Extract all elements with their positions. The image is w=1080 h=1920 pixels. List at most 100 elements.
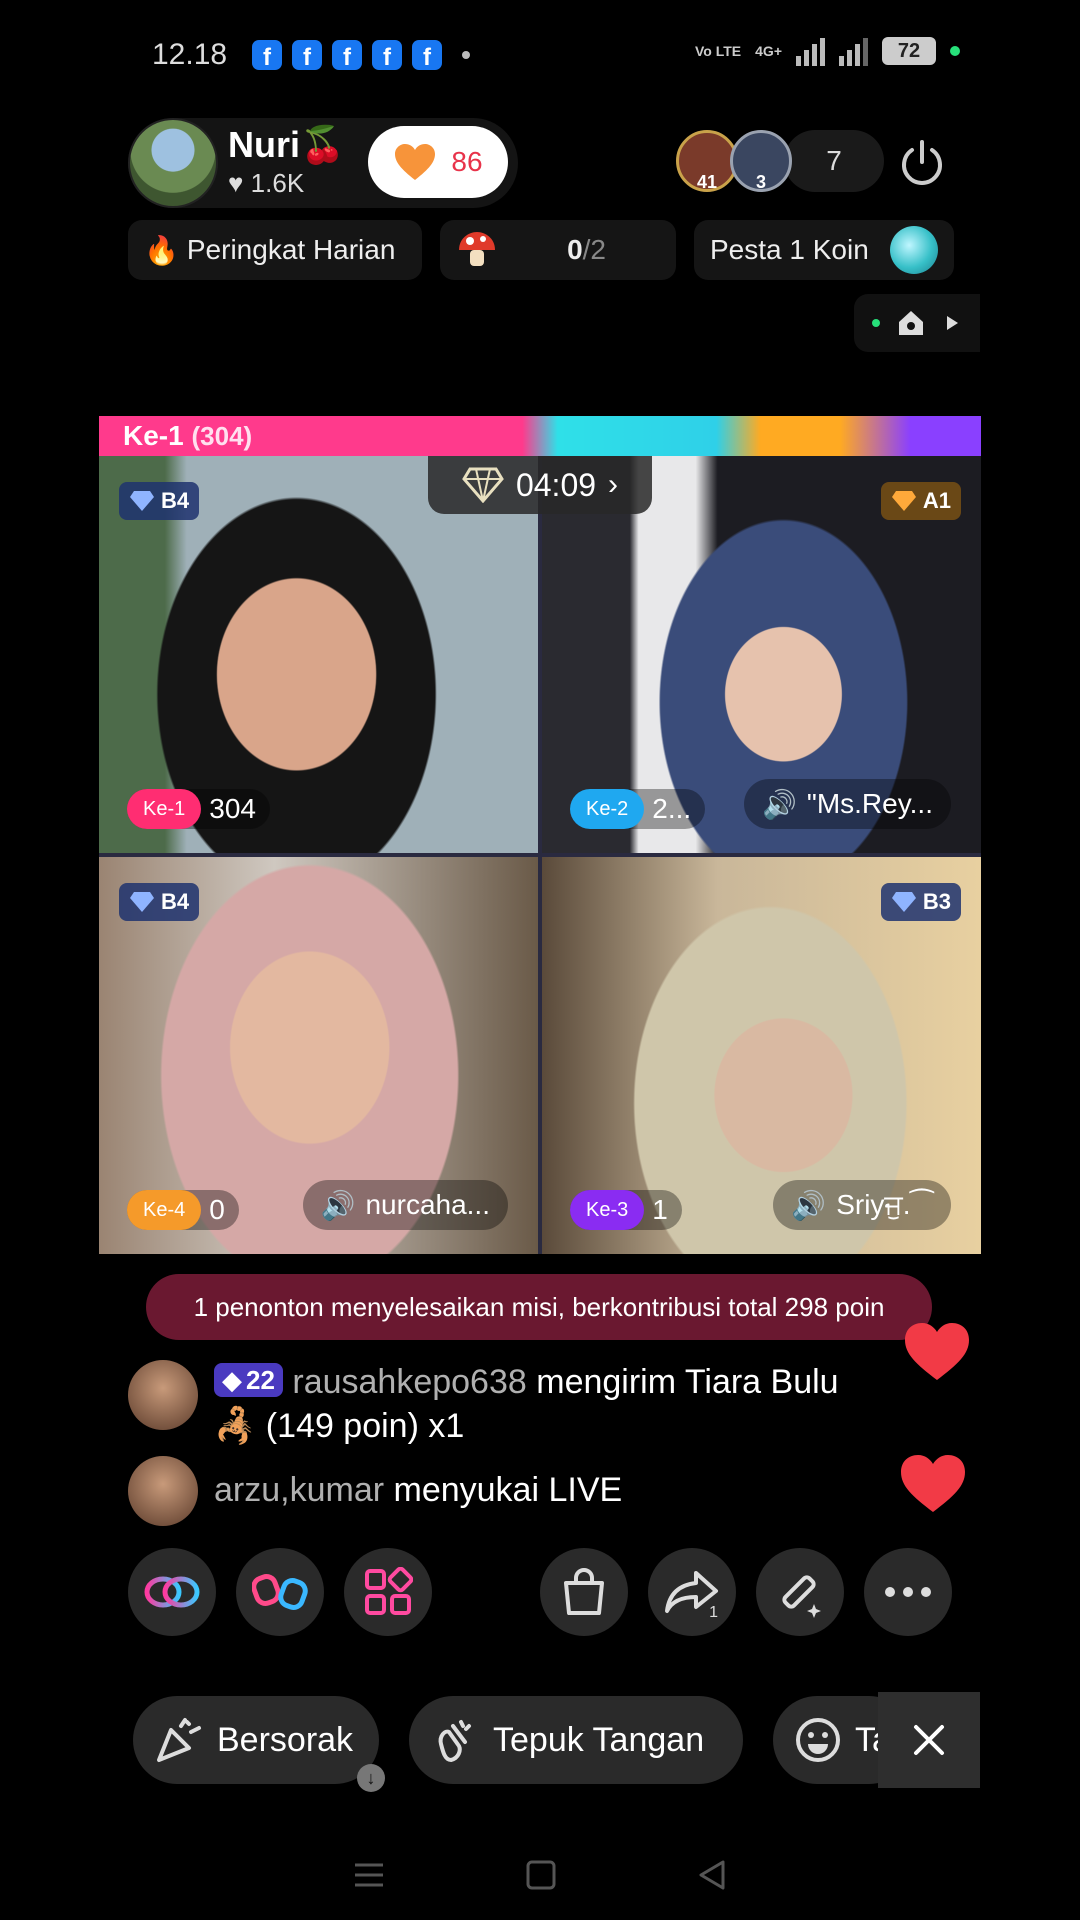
host-name: Nuri🍒 [228, 124, 345, 165]
commenter-avatar[interactable] [128, 1456, 198, 1526]
more-notifications-dot [462, 51, 470, 59]
diamond-icon [891, 491, 916, 511]
more-icon [885, 1587, 931, 1597]
host-likes: ♥ 1.6K [228, 168, 304, 199]
live-dot [872, 319, 880, 327]
heart-icon: ♥ [228, 168, 244, 198]
host-info[interactable]: Nuri🍒 ♥ 1.6K 86 [128, 118, 518, 208]
heart-icon [901, 1455, 965, 1512]
facebook-icon: f [252, 40, 282, 70]
guest-score: Ke-1 304 [127, 789, 270, 829]
level-badge: ◆ 22 [214, 1363, 283, 1397]
privacy-indicator-dot [950, 46, 960, 56]
share-count: 1 [709, 1604, 718, 1621]
shop-button[interactable] [540, 1548, 628, 1636]
position-tag: Ke-3 [570, 1190, 645, 1230]
timer-value: 04:09 [515, 466, 597, 503]
follow-button[interactable]: 86 [368, 126, 508, 198]
power-icon[interactable] [896, 138, 948, 190]
guest-voice: 🔊 nurcaha... [302, 1180, 508, 1230]
daily-ranking-chip[interactable]: 🔥 Peringkat Harian [128, 220, 422, 280]
rank-badge: B4 [119, 482, 200, 520]
position-tag: Ke-1 [127, 789, 202, 829]
guest-score: Ke-4 0 [127, 1190, 239, 1230]
gift-icon: 🦂 [214, 1407, 257, 1445]
comment-username[interactable]: arzu,kumar [214, 1471, 384, 1509]
banner-rank: Ke-1 (304) [123, 420, 253, 451]
facebook-icon: f [292, 40, 322, 70]
host-likes-count: 1.6K [250, 168, 305, 198]
signal-icon [839, 36, 868, 66]
heart-icon [905, 1323, 969, 1380]
comment-item[interactable]: ◆ 22 rausahkepo638 mengirim Tiara Bulu 🦂 … [128, 1360, 839, 1448]
speaker-icon: 🔊 [791, 1189, 827, 1221]
coin-party-chip[interactable]: Pesta 1 Koin [694, 220, 954, 280]
follow-count: 86 [451, 146, 483, 177]
play-icon[interactable] [942, 313, 962, 333]
comment-item[interactable]: arzu,kumar menyukai LIVE [128, 1456, 622, 1526]
share-button[interactable]: 1 [648, 1548, 736, 1636]
comment-username[interactable]: rausahkepo638 [292, 1363, 526, 1401]
mission-toast: 1 penonton menyelesaikan misi, berkontri… [146, 1274, 932, 1340]
cheer-button[interactable]: Bersorak ↓ [133, 1696, 385, 1792]
more-button[interactable] [864, 1548, 952, 1636]
top-viewers[interactable]: 41 3 7 [676, 130, 884, 192]
notification-icons: f f f f f [252, 40, 470, 70]
clock: 12.18 [152, 38, 228, 71]
facebook-icon: f [412, 40, 442, 70]
guest-voice: 🔊 "Ms.Rey... [744, 779, 951, 829]
clap-button[interactable]: Tepuk Tangan [409, 1696, 743, 1784]
flame-icon: 🔥 [144, 234, 179, 266]
position-tag: Ke-2 [570, 789, 645, 829]
guest-voice: 🔊 Sriyਜੁ.⁀ [773, 1180, 951, 1230]
mini-controls[interactable] [854, 294, 980, 352]
heart-icon [395, 144, 436, 180]
viewer-avatar[interactable]: 3 [730, 130, 792, 192]
close-button[interactable] [878, 1692, 980, 1788]
globe-icon [890, 226, 938, 274]
quick-reactions: Bersorak ↓ Tepuk Tangan Ta [133, 1696, 913, 1792]
guest-tile[interactable]: B4 Ke-4 0 🔊 nurcaha... [99, 857, 538, 1254]
download-icon: ↓ [357, 1764, 385, 1792]
coin-party-label: Pesta 1 Koin [710, 234, 869, 265]
battle-button[interactable] [236, 1548, 324, 1636]
guest-tile[interactable]: A1 Ke-2 2... 🔊 "Ms.Rey... [542, 456, 981, 853]
smiley-icon [796, 1718, 840, 1762]
volte-indicator: Vo LTE [694, 43, 742, 59]
apps-button[interactable] [344, 1548, 432, 1636]
host-avatar[interactable] [128, 118, 218, 208]
shopping-bag-icon [564, 1568, 604, 1615]
guest-tile[interactable]: B3 Ke-3 1 🔊 Sriyਜੁ.⁀ [542, 857, 981, 1254]
grid-icon [365, 1567, 413, 1615]
diamond-icon: ◆ [222, 1365, 242, 1395]
guest-score: Ke-3 1 [570, 1190, 682, 1230]
speaker-icon: 🔊 [320, 1189, 356, 1221]
cheer-label: Bersorak [217, 1720, 354, 1759]
signal-icon [796, 36, 825, 66]
party-popper-icon [157, 1718, 201, 1762]
facebook-icon: f [332, 40, 362, 70]
viewer-count[interactable]: 7 [784, 130, 884, 192]
menu-icon[interactable] [353, 1861, 385, 1889]
magic-button[interactable] [756, 1548, 844, 1636]
chevron-right-icon: › [608, 468, 619, 501]
comment-text: arzu,kumar menyukai LIVE [214, 1471, 623, 1509]
home-square-icon[interactable] [525, 1859, 557, 1891]
commenter-avatar[interactable] [128, 1360, 198, 1430]
rank-badge: A1 [880, 482, 961, 520]
status-bar: 12.18 f f f f f Vo LTE 4G+ 72 [0, 0, 1080, 110]
rank-badge: B3 [880, 883, 961, 921]
system-nav-bar [0, 1830, 1080, 1920]
diamond-icon [130, 892, 154, 912]
rank-badge: B4 [119, 883, 200, 921]
battle-timer[interactable]: 04:09 › [428, 456, 652, 514]
mission-chip[interactable]: 0/2 [440, 220, 676, 280]
comment-text: ◆ 22 rausahkepo638 mengirim Tiara Bulu 🦂 … [214, 1360, 839, 1448]
link-button[interactable] [128, 1548, 216, 1636]
guest-tile[interactable]: B4 Ke-1 304 [99, 456, 538, 853]
battle-banner: Ke-1 (304) [99, 416, 981, 456]
home-icon[interactable] [896, 308, 926, 338]
viewer-avatar[interactable]: 41 [676, 130, 738, 192]
diamond-icon [462, 467, 504, 503]
back-icon[interactable] [697, 1859, 727, 1891]
